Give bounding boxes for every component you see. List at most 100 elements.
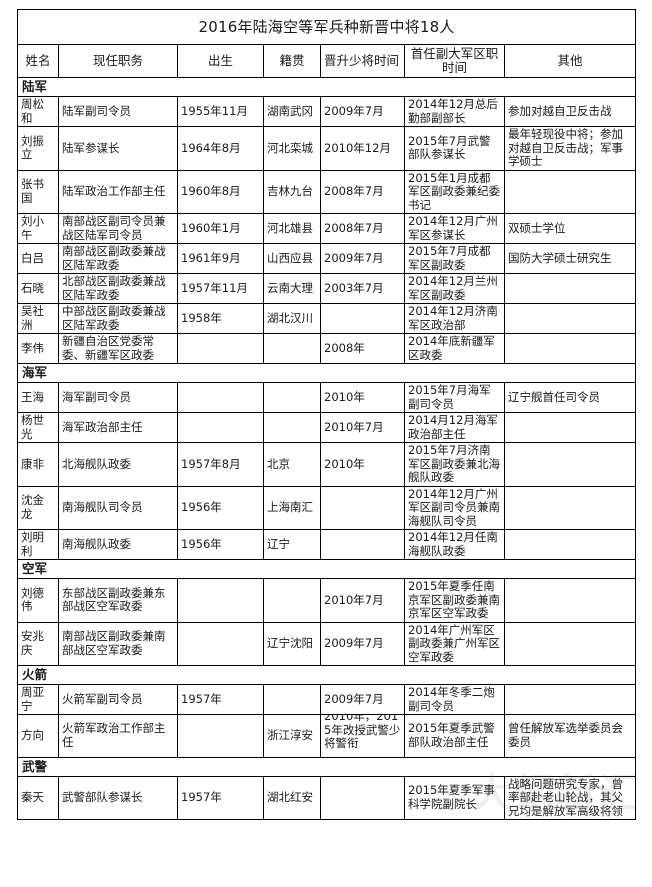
table-row[interactable]: 沈金龙 南海舰队司令员 1956年 上海南汇 2014年12月广州军区副司令员兼南海舰队… [17, 485, 637, 530]
column-header-post[interactable]: 现任职务 [58, 44, 178, 78]
table-body: 2016年陆海空等军兵种新晋中将18人 姓名 现任职务 出生 籍贯 晋升少将时间 首任副大军… [16, 9, 637, 820]
cell-text: 南部战区副政委兼战区陆军政委 [62, 244, 166, 272]
cell-text: 沈金龙 [21, 493, 44, 521]
cell-first_deputy: 2014年冬季二炮副司令员 [404, 684, 505, 715]
section-label: 武警 [16, 756, 637, 777]
cell-major_date: 2009年7月 [320, 96, 405, 127]
cell-name: 周亚宁 [17, 684, 59, 715]
cell-text: 2010年12月 [324, 140, 391, 155]
cell-text: 杨世光 [21, 413, 44, 441]
section-label: 海军 [16, 363, 637, 383]
column-header-birth[interactable]: 出生 [177, 44, 264, 78]
cell-name: 李伟 [17, 333, 59, 364]
cell-text: 2009年7月 [324, 103, 384, 118]
cell-birth [177, 382, 264, 413]
table-row[interactable]: 王海 海军副司令员 2010年 2015年7月海军副司令员 辽宁舰首任司令员 [17, 382, 637, 413]
cell-text: 2015年夏季任南京军区副政委兼南京军区空军政委 [408, 579, 500, 620]
table-row[interactable]: 秦天 武警部队参谋长 1957年 湖北红安 2015年夏季军事科学院副院长 战略问题研究专… [17, 775, 637, 820]
table-row[interactable]: 石晓 北部战区副政委兼战区陆军政委 1957年11月 云南大理 2003年7月 2014年… [17, 273, 637, 304]
cell-origin: 辽宁沈阳 [263, 621, 321, 666]
cell-text: 云南大理 [267, 280, 313, 295]
table-row[interactable]: 周松和 陆军副司令员 1955年11月 湖南武冈 2009年7月 2014年12月总后勤部… [17, 96, 637, 127]
cell-name: 杨世光 [17, 412, 59, 443]
cell-text: 白吕 [21, 250, 44, 265]
cell-first_deputy: 2014月12月海军政治部主任 [404, 412, 505, 443]
cell-origin [263, 333, 321, 364]
cell-text: 1957年 [181, 691, 222, 706]
cell-post: 陆军政治工作部主任 [58, 169, 178, 214]
cell-text: 海军副司令员 [62, 389, 131, 404]
section-label: 空军 [16, 559, 637, 579]
cell-name: 沈金龙 [17, 485, 59, 530]
cell-text: 周亚宁 [21, 685, 44, 713]
cell-text: 2015年夏季武警部队政治部主任 [408, 721, 495, 749]
cell-major_date: 2008年 [320, 333, 405, 364]
cell-other [503, 684, 637, 715]
table-row[interactable]: 刘德伟 东部战区副政委兼东部战区空军政委 2010年7月 2015年夏季任南京军区副政… [17, 578, 637, 623]
cell-other [503, 333, 637, 364]
cell-text: 2008年7月 [324, 220, 384, 235]
generals-table: 2016年陆海空等军兵种新晋中将18人 姓名 现任职务 出生 籍贯 晋升少将时间 首任副大军… [16, 9, 637, 820]
cell-first_deputy: 2015年夏季任南京军区副政委兼南京军区空军政委 [404, 578, 505, 623]
column-header-first_deputy[interactable]: 首任副大军区职时间 [404, 44, 505, 78]
table-container: 2016年陆海空等军兵种新晋中将18人 姓名 现任职务 出生 籍贯 晋升少将时间 首任副大军… [16, 9, 637, 820]
column-header-name[interactable]: 姓名 [17, 44, 59, 78]
cell-major_date: 2010年 [320, 382, 405, 413]
cell-other [503, 412, 637, 443]
cell-post: 海军副司令员 [58, 382, 178, 413]
table-row[interactable]: 周亚宁 火箭军副司令员 1957年 2009年7月 2014年冬季二炮副司令员 [17, 684, 637, 715]
cell-text: 2010年 [324, 389, 365, 404]
cell-text: 1955年11月 [181, 103, 248, 118]
cell-text: 2010年，2015年改授武警少将警衔 [324, 714, 401, 750]
cell-major_date [320, 303, 405, 334]
table-row[interactable]: 方向 火箭军政治工作部主任 浙江淳安 2010年，2015年改授武警少将警衔 2015年… [17, 714, 637, 758]
cell-birth: 1957年 [177, 775, 264, 820]
cell-text: 南部战区副司令员兼战区陆军司令员 [62, 214, 166, 242]
table-row[interactable]: 李伟 新疆自治区党委常委、新疆军区政委 2008年 2014年底新疆军区政委 [17, 333, 637, 364]
cell-post: 陆军副司令员 [58, 96, 178, 127]
cell-text: 战略问题研究专家，曾率部赴老山轮战，其父兄均是解放军高级将领 [508, 776, 623, 818]
cell-text: 2014年12月广州军区参谋长 [408, 214, 498, 242]
table-row[interactable]: 康非 北海舰队政委 1957年8月 北京 2010年 2015年7月济南军区副政委兼北海舰… [17, 442, 637, 487]
cell-other [503, 273, 637, 304]
cell-text: 1964年8月 [181, 140, 241, 155]
cell-major_date: 2008年7月 [320, 169, 405, 214]
table-row[interactable]: 刘振立 陆军参谋长 1964年8月 河北栾城 2010年12月 2015年7月武警部队参谋… [17, 126, 637, 171]
cell-text: 陆军政治工作部主任 [62, 184, 166, 198]
table-row[interactable]: 白吕 南部战区副政委兼战区陆军政委 1961年9月 山西应县 2009年7月 2015年7… [17, 243, 637, 274]
cell-major_date: 2009年7月 [320, 684, 405, 715]
cell-first_deputy: 2015年7月武警部队参谋长 [404, 126, 505, 171]
cell-birth [177, 578, 264, 623]
cell-post: 南部战区副政委兼南部战区空军政委 [58, 621, 178, 666]
column-header-other[interactable]: 其他 [503, 44, 637, 78]
section-label: 火箭 [16, 665, 637, 685]
cell-other: 最年轻现役中将；参加对越自卫反击战；军事学硕士 [503, 126, 637, 171]
cell-birth [177, 714, 264, 758]
cell-text: 湖北红安 [267, 790, 313, 804]
cell-text: 南海舰队政委 [62, 536, 131, 551]
cell-text: 石晓 [21, 280, 44, 295]
cell-origin: 吉林九台 [263, 169, 321, 214]
cell-origin: 山西应县 [263, 243, 321, 274]
cell-text: 2014年12月兰州军区副政委 [408, 274, 498, 302]
table-row[interactable]: 安兆庆 南部战区副政委兼南部战区空军政委 辽宁沈阳 2009年7月 2014年广州军区副… [17, 621, 637, 666]
cell-other [503, 529, 637, 560]
table-row[interactable]: 张书国 陆军政治工作部主任 1960年8月 吉林九台 2008年7月 2015年1月成都军… [17, 169, 637, 214]
table-row[interactable]: 杨世光 海军政治部主任 2010年7月 2014月12月海军政治部主任 [17, 412, 637, 443]
column-header-origin[interactable]: 籍贯 [263, 44, 321, 78]
section-header-row: 海军 [16, 363, 637, 383]
cell-text: 2014年12月济南军区政治部 [408, 304, 498, 332]
cell-first_deputy: 2015年7月海军副司令员 [404, 382, 505, 413]
section-label: 陆军 [16, 77, 637, 97]
cell-major_date: 2010年7月 [320, 578, 405, 623]
cell-major_date [320, 529, 405, 560]
table-row[interactable]: 吴社洲 中部战区副政委兼战区陆军政委 1958年 湖北汉川 2014年12月济南军区政治… [17, 303, 637, 334]
table-row[interactable]: 刘小午 南部战区副司令员兼战区陆军司令员 1960年1月 河北雄县 2008年7月 201… [17, 213, 637, 244]
cell-post: 火箭军副司令员 [58, 684, 178, 715]
cell-post: 陆军参谋长 [58, 126, 178, 171]
table-row[interactable]: 刘明利 南海舰队政委 1956年 辽宁 2014年12月任南海舰队政委 [17, 529, 637, 560]
cell-text: 北京 [267, 456, 290, 471]
cell-origin: 辽宁 [263, 529, 321, 560]
cell-origin [263, 412, 321, 443]
column-header-major_date[interactable]: 晋升少将时间 [320, 44, 405, 78]
